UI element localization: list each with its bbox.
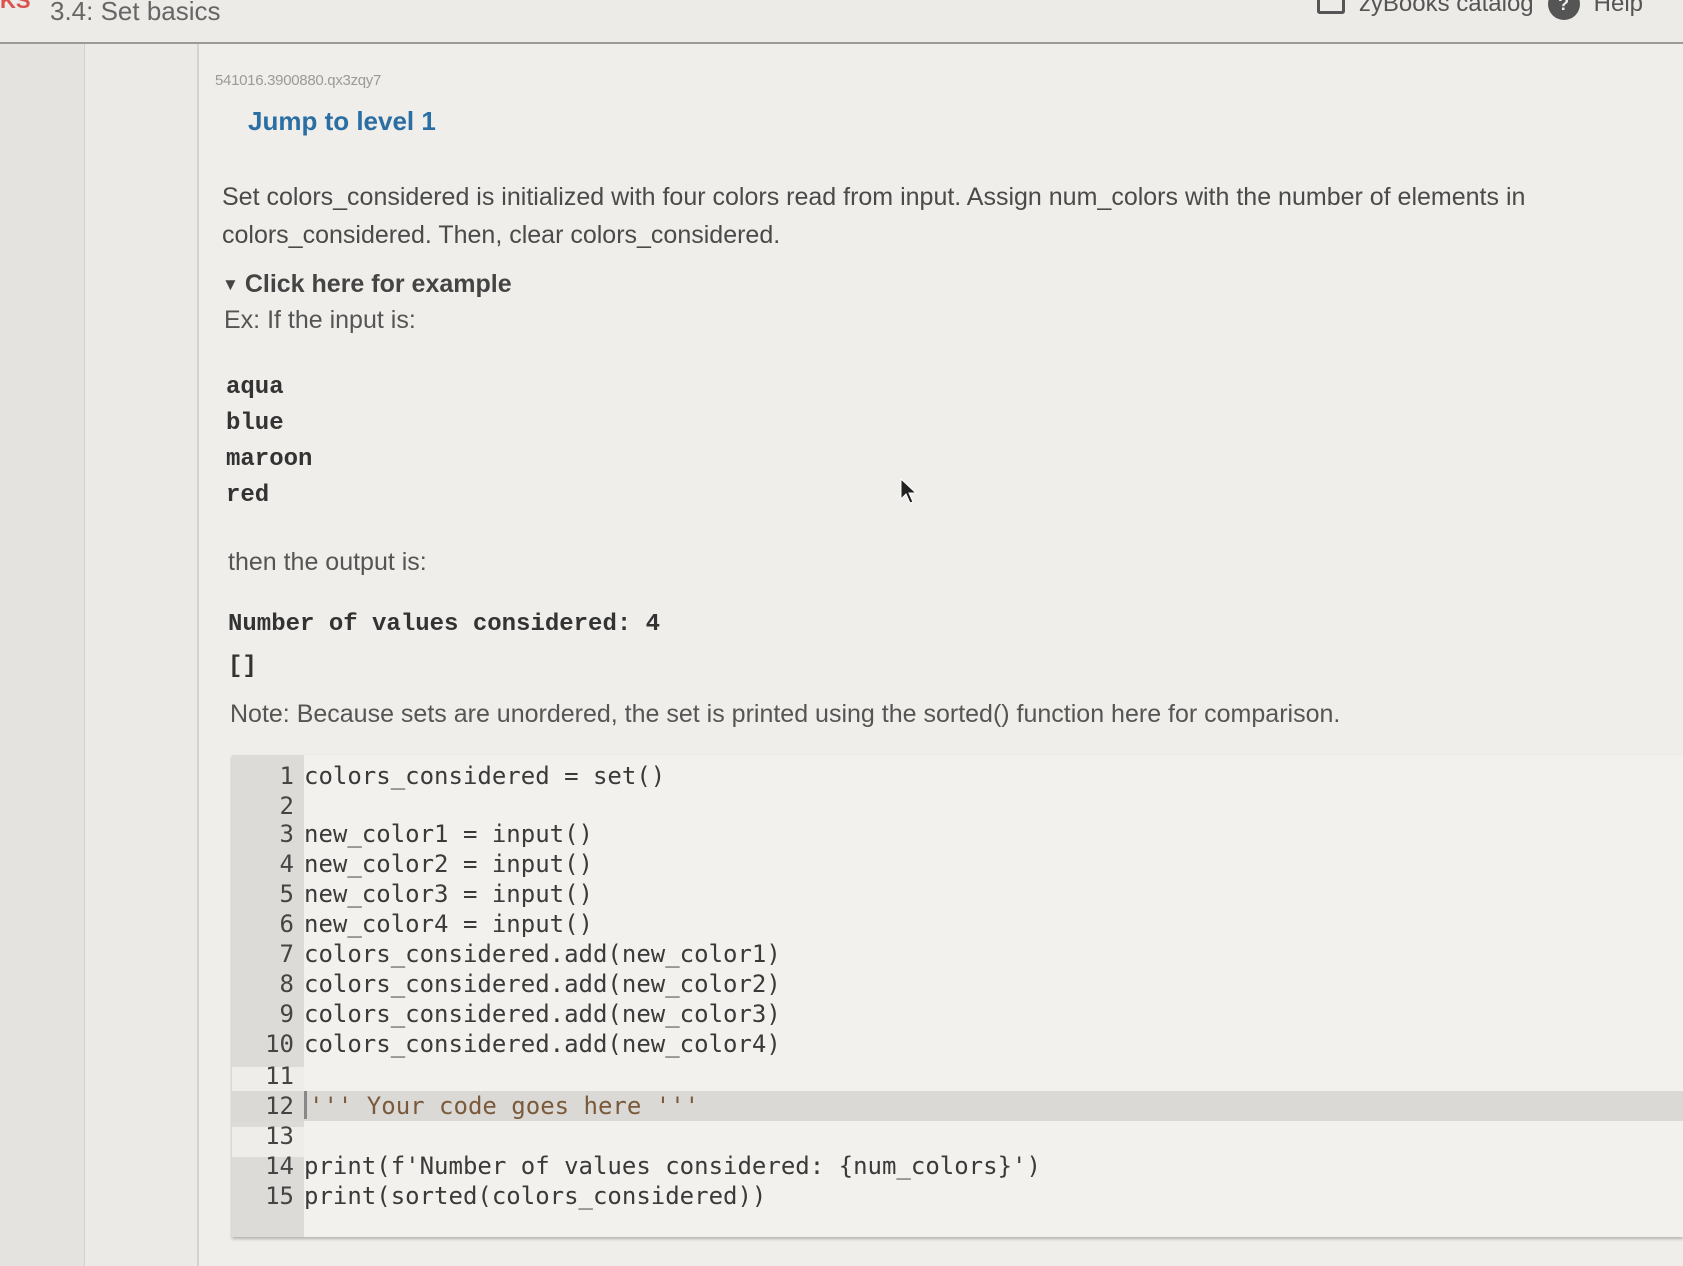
line-number: 1	[279, 762, 294, 790]
code-line[interactable]: 10 colors_considered.add(new_color4)	[232, 1029, 1683, 1059]
code-text[interactable]: colors_considered.add(new_color4)	[304, 1029, 781, 1059]
code-line[interactable]: 6 new_color4 = input()	[232, 909, 1683, 939]
triangle-down-icon: ▼	[222, 274, 239, 294]
example-output: Number of values considered: 4 []	[228, 604, 660, 688]
help-icon[interactable]: ?	[1547, 0, 1580, 20]
line-number: 5	[279, 880, 294, 908]
code-line[interactable]: 2	[232, 791, 1683, 821]
code-line[interactable]: 15 print(sorted(colors_considered))	[232, 1181, 1683, 1211]
code-line[interactable]: 11	[232, 1061, 1683, 1091]
example-toggle[interactable]: ▼ Click here for example	[222, 270, 512, 299]
code-line[interactable]: 12 ''' Your code goes here '''	[232, 1091, 1683, 1121]
code-editor[interactable]: 1 colors_considered = set() 2 3 new_color1 =…	[232, 755, 1683, 1237]
code-text[interactable]: new_color4 = input()	[304, 909, 593, 939]
code-text[interactable]: colors_considered = set()	[304, 761, 665, 791]
example-input: aqua blue maroon red	[226, 370, 312, 514]
code-line[interactable]: 1 colors_considered = set()	[232, 761, 1683, 791]
line-number: 10	[265, 1030, 294, 1058]
code-text[interactable]: new_color2 = input()	[304, 849, 593, 879]
problem-prompt: Set colors_considered is initialized wit…	[222, 183, 1526, 249]
jump-to-level-link[interactable]: Jump to level 1	[248, 106, 436, 137]
line-number: 14	[265, 1152, 294, 1180]
catalog-icon[interactable]	[1316, 0, 1345, 14]
code-text[interactable]: print(sorted(colors_considered))	[304, 1181, 766, 1211]
code-text[interactable]: colors_considered.add(new_color3)	[304, 999, 781, 1029]
help-link[interactable]: Help	[1594, 0, 1643, 18]
mouse-cursor-icon	[900, 478, 918, 504]
code-text[interactable]: print(f'Number of values considered: {nu…	[304, 1151, 1041, 1181]
example-input-line: maroon	[226, 446, 313, 473]
example-input-line: aqua	[226, 374, 284, 401]
line-number: 11	[265, 1062, 294, 1090]
code-text[interactable]: colors_considered.add(new_color1)	[304, 939, 781, 969]
example-intro: Ex: If the input is:	[224, 306, 416, 334]
code-line[interactable]: 4 new_color2 = input()	[232, 849, 1683, 879]
code-line[interactable]: 3 new_color1 = input()	[232, 819, 1683, 849]
catalog-link[interactable]: zyBooks catalog	[1359, 0, 1534, 18]
line-number: 15	[265, 1182, 294, 1210]
brand-logo[interactable]: KS	[0, 0, 31, 14]
example-input-line: red	[226, 482, 270, 509]
example-input-line: blue	[226, 410, 284, 437]
line-number: 2	[279, 792, 294, 820]
line-number: 3	[279, 820, 294, 848]
text-cursor	[304, 1091, 307, 1119]
code-line[interactable]: 5 new_color3 = input()	[232, 879, 1683, 909]
line-number: 13	[265, 1122, 294, 1150]
top-bar: KS 3.4: Set basics zyBooks catalog ? Hel…	[0, 0, 1683, 44]
top-right-nav: zyBooks catalog ? Help	[1316, 0, 1643, 20]
example-output-line: Number of values considered: 4	[228, 611, 661, 638]
code-text[interactable]: new_color3 = input()	[304, 879, 593, 909]
line-number: 6	[279, 910, 294, 938]
code-text[interactable]: colors_considered.add(new_color2)	[304, 969, 781, 999]
section-title: 3.4: Set basics	[50, 0, 221, 26]
example-toggle-label: Click here for example	[244, 270, 512, 298]
line-number: 7	[279, 940, 294, 968]
code-line[interactable]: 9 colors_considered.add(new_color3)	[232, 999, 1683, 1029]
line-number: 9	[279, 1000, 294, 1028]
code-text[interactable]: ''' Your code goes here '''	[309, 1091, 699, 1121]
output-intro: then the output is:	[228, 548, 427, 576]
left-rail	[0, 44, 85, 1266]
code-line[interactable]: 7 colors_considered.add(new_color1)	[232, 939, 1683, 969]
code-line[interactable]: 13	[232, 1121, 1683, 1151]
line-number: 8	[279, 970, 294, 998]
example-output-line: []	[228, 653, 257, 680]
code-text[interactable]: new_color1 = input()	[304, 819, 593, 849]
note-text: Note: Because sets are unordered, the se…	[230, 700, 1341, 728]
line-number: 4	[279, 850, 294, 878]
line-number: 12	[265, 1092, 294, 1120]
code-line[interactable]: 8 colors_considered.add(new_color2)	[232, 969, 1683, 999]
activity-id: 541016.3900880.qx3zqy7	[215, 72, 382, 89]
code-line[interactable]: 14 print(f'Number of values considered: {…	[232, 1151, 1683, 1181]
left-margin	[85, 44, 199, 1266]
